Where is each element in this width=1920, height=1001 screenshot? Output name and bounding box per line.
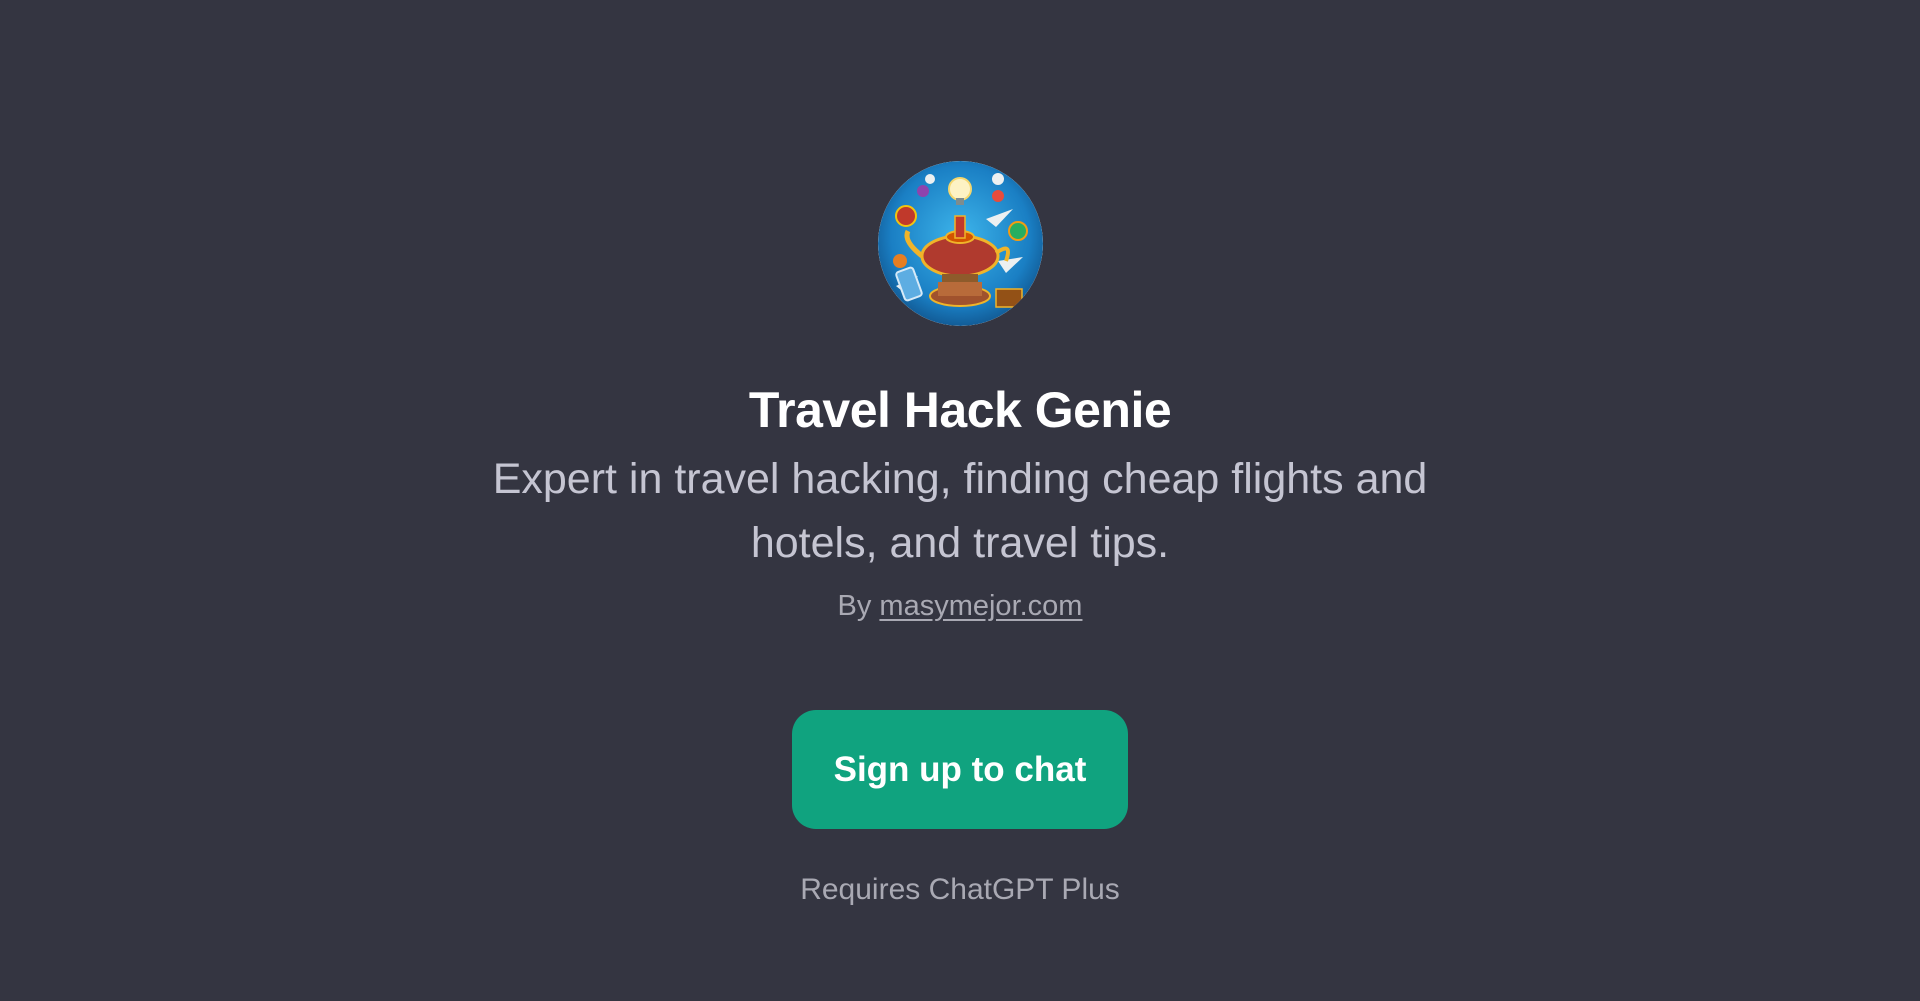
sign-up-to-chat-button[interactable]: Sign up to chat bbox=[792, 710, 1128, 829]
byline-prefix: By bbox=[837, 590, 872, 622]
genie-lamp-icon bbox=[878, 161, 1043, 326]
requirement-note: Requires ChatGPT Plus bbox=[800, 873, 1120, 906]
gpt-description: Expert in travel hacking, finding cheap … bbox=[492, 455, 1428, 567]
author-link[interactable]: masymejor.com bbox=[879, 590, 1082, 622]
gpt-landing-page: Travel Hack Genie Expert in travel hacki… bbox=[0, 0, 1920, 1001]
avatar bbox=[878, 161, 1043, 326]
byline: By masymejor.com bbox=[0, 586, 1920, 626]
page-title: Travel Hack Genie bbox=[748, 382, 1172, 438]
